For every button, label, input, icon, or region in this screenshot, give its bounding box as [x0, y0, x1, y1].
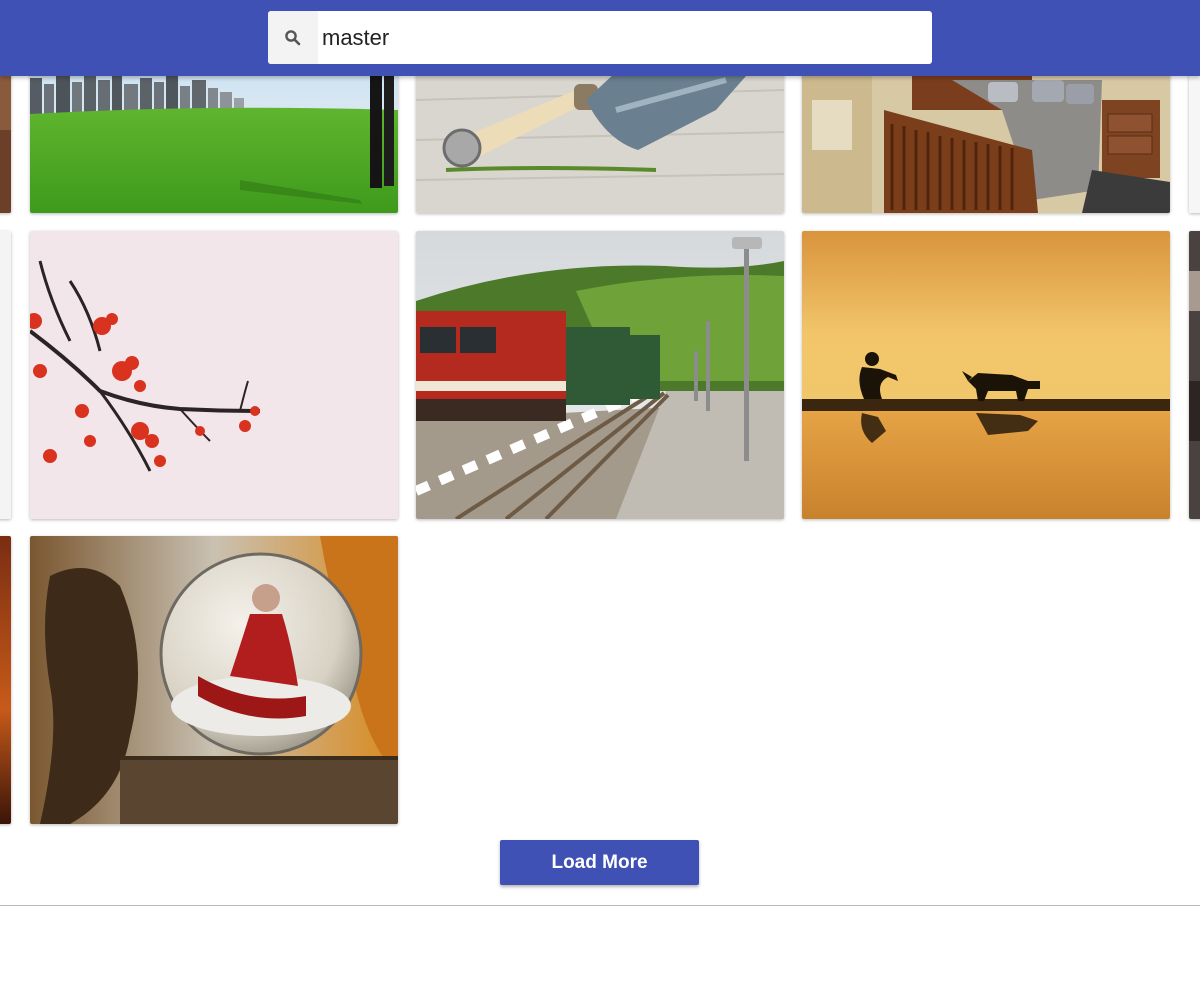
photo-tile-blossom-branch[interactable] [30, 231, 398, 519]
app-header [0, 0, 1200, 76]
photo-tile-partial-left-1[interactable] [0, 70, 11, 213]
footer-divider [0, 905, 1200, 906]
search-icon[interactable] [268, 11, 318, 64]
photo-tile-trowel[interactable] [416, 70, 784, 213]
photo-tile-partial-right-1[interactable] [1189, 70, 1200, 213]
load-more-button[interactable]: Load More [500, 840, 699, 885]
photo-tile-meditation-bubble[interactable] [30, 536, 398, 824]
photo-tile-bedroom[interactable] [802, 70, 1170, 213]
photo-tile-partial-left-3[interactable] [0, 536, 11, 824]
photo-tile-train-station[interactable] [416, 231, 784, 519]
photo-tile-partial-right-2[interactable] [1189, 231, 1200, 519]
photo-tile-dog-silhouette-sunset[interactable] [802, 231, 1170, 519]
search-input[interactable] [318, 11, 922, 64]
photo-tile-city-grass[interactable] [30, 70, 398, 213]
photo-tile-partial-left-2[interactable] [0, 231, 11, 519]
search-bar[interactable] [268, 11, 932, 64]
